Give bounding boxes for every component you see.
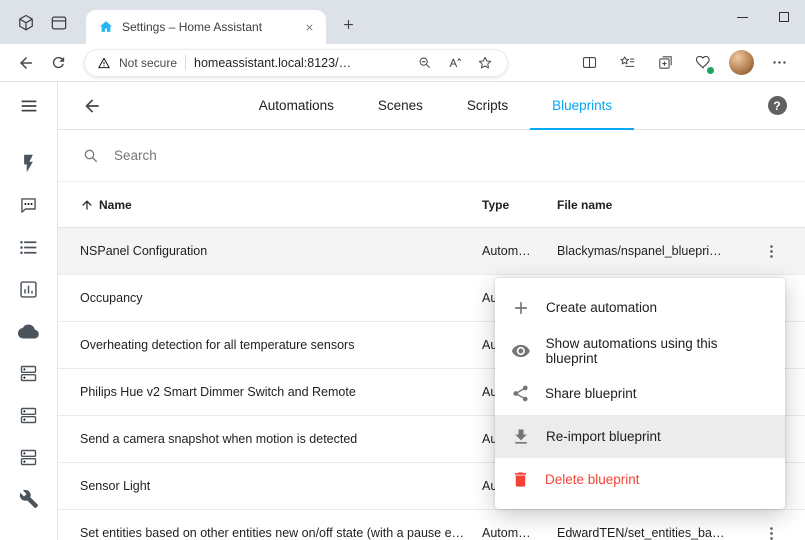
- not-secure-warning-icon: [97, 56, 111, 70]
- read-aloud-icon[interactable]: [445, 53, 465, 73]
- tab-title: Settings – Home Assistant: [122, 20, 292, 34]
- sidebar-menu-icon[interactable]: [0, 82, 57, 130]
- ha-tab-bar: Automations Scenes Scripts Blueprints: [112, 82, 759, 130]
- window-controls: [721, 0, 805, 34]
- tab-strip: Settings – Home Assistant: [0, 0, 805, 44]
- security-label[interactable]: Not secure: [119, 56, 177, 70]
- menu-item-show-automations[interactable]: Show automations using this blueprint: [495, 329, 785, 372]
- add-favorite-star-icon[interactable]: [475, 53, 495, 73]
- browser-back-icon[interactable]: [10, 48, 42, 78]
- sidebar-item-logbook[interactable]: [0, 226, 58, 268]
- column-header-file[interactable]: File name: [557, 198, 737, 212]
- toolbar-icons: [573, 48, 795, 78]
- menu-item-create-automation[interactable]: Create automation: [495, 286, 785, 329]
- workspaces-icon[interactable]: [12, 9, 40, 37]
- menu-item-delete-blueprint[interactable]: Delete blueprint: [495, 458, 785, 501]
- help-icon[interactable]: ?: [759, 88, 795, 124]
- column-header-name[interactable]: Name: [80, 198, 482, 212]
- browser-essentials-icon[interactable]: [687, 48, 719, 78]
- download-icon: [511, 427, 531, 447]
- sidebar-item-addon-3[interactable]: [0, 436, 58, 478]
- zoom-out-icon[interactable]: [415, 53, 435, 73]
- delete-icon: [511, 470, 530, 489]
- context-menu: Create automation Show automations using…: [495, 278, 785, 509]
- ha-back-icon[interactable]: [72, 86, 112, 126]
- search-input[interactable]: [114, 148, 781, 163]
- sidebar-item-cloud[interactable]: [0, 310, 58, 352]
- row-name: NSPanel Configuration: [80, 244, 482, 258]
- sidebar-item-energy[interactable]: [0, 142, 58, 184]
- sidebar-item-addon-1[interactable]: [0, 352, 58, 394]
- sidebar-items: [0, 142, 58, 520]
- plus-icon: [511, 298, 531, 318]
- address-bar[interactable]: Not secure homeassistant.local:8123/…: [84, 49, 508, 77]
- row-file: Blackymas/nspanel_blueprin…: [557, 244, 737, 258]
- maximize-button[interactable]: [763, 0, 805, 34]
- browser-toolbar: Not secure homeassistant.local:8123/…: [0, 44, 805, 82]
- address-bar-actions: [415, 53, 495, 73]
- minimize-button[interactable]: [721, 0, 763, 34]
- tab-actions-icon[interactable]: [45, 9, 73, 37]
- browser-menu-icon[interactable]: [763, 48, 795, 78]
- browser-refresh-icon[interactable]: [42, 48, 74, 78]
- sidebar-item-history[interactable]: [0, 268, 58, 310]
- sidebar-item-addon-2[interactable]: [0, 394, 58, 436]
- row-name: Philips Hue v2 Smart Dimmer Switch and R…: [80, 385, 482, 399]
- row-name: Set entities based on other entities new…: [80, 526, 482, 540]
- row-name: Occupancy: [80, 291, 482, 305]
- browser-tab[interactable]: Settings – Home Assistant: [86, 10, 326, 44]
- tab-blueprints[interactable]: Blueprints: [530, 82, 634, 130]
- tab-scripts[interactable]: Scripts: [445, 82, 530, 130]
- eye-icon: [511, 341, 531, 361]
- row-type: Autom…: [482, 244, 557, 258]
- column-header-type[interactable]: Type: [482, 198, 557, 212]
- share-icon: [511, 384, 530, 403]
- url-text[interactable]: homeassistant.local:8123/…: [194, 56, 407, 70]
- menu-item-reimport-blueprint[interactable]: Re-import blueprint: [495, 415, 785, 458]
- table-header: Name Type File name: [58, 182, 805, 228]
- search-bar: [58, 130, 805, 182]
- row-name: Send a camera snapshot when motion is de…: [80, 432, 482, 446]
- table-row[interactable]: NSPanel Configuration Autom… Blackymas/n…: [58, 228, 805, 275]
- browser-window: Settings – Home Assistant Not secure hom…: [0, 0, 805, 540]
- essentials-status-badge: [706, 66, 715, 75]
- row-overflow-menu-icon[interactable]: [754, 516, 788, 540]
- row-name: Overheating detection for all temperatur…: [80, 338, 482, 352]
- profile-avatar[interactable]: [725, 48, 757, 78]
- row-file: EdwardTEN/set_entities_bas…: [557, 526, 737, 540]
- sidebar-item-assist[interactable]: [0, 184, 58, 226]
- split-screen-icon[interactable]: [573, 48, 605, 78]
- row-type: Autom…: [482, 526, 557, 540]
- tab-close-icon[interactable]: [300, 18, 318, 36]
- new-tab-button[interactable]: [334, 10, 362, 38]
- favorites-icon[interactable]: [611, 48, 643, 78]
- home-assistant-favicon: [98, 19, 114, 35]
- ha-sidebar: [0, 82, 58, 540]
- menu-item-share-blueprint[interactable]: Share blueprint: [495, 372, 785, 415]
- address-divider: [185, 55, 186, 70]
- sort-ascending-icon: [80, 198, 94, 212]
- collections-icon[interactable]: [649, 48, 681, 78]
- tab-automations[interactable]: Automations: [237, 82, 356, 130]
- sidebar-item-developer-tools[interactable]: [0, 478, 58, 520]
- row-name: Sensor Light: [80, 479, 482, 493]
- tab-scenes[interactable]: Scenes: [356, 82, 445, 130]
- search-icon: [82, 147, 100, 165]
- ha-header: Automations Scenes Scripts Blueprints ?: [58, 82, 805, 130]
- table-row[interactable]: Set entities based on other entities new…: [58, 510, 805, 540]
- row-overflow-menu-icon[interactable]: [754, 234, 788, 268]
